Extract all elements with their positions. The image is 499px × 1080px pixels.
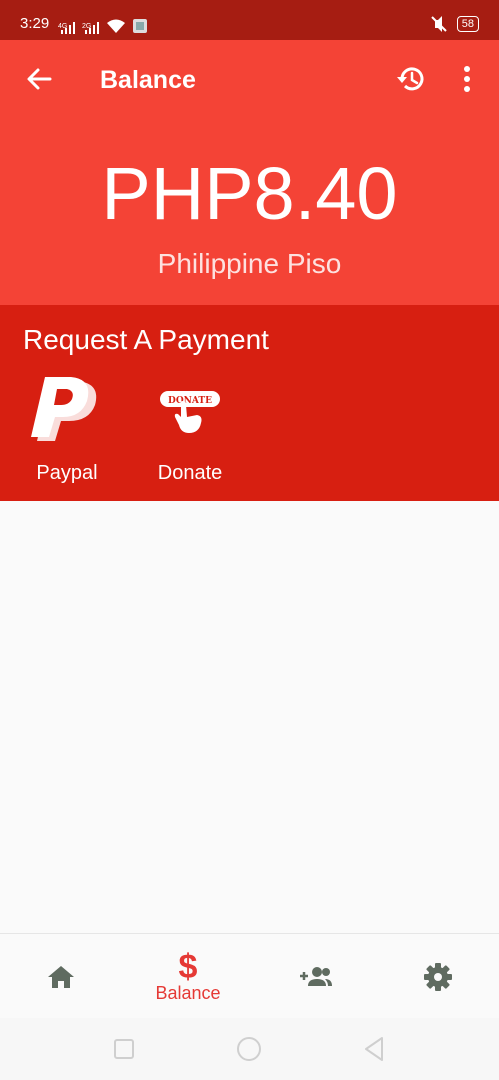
- signal-icon: 2G: [82, 22, 99, 34]
- nav-balance-label: Balance: [155, 982, 221, 1003]
- donate-icon: DONATE: [160, 391, 220, 433]
- page-title: Balance: [100, 66, 196, 94]
- donate-badge-text: DONATE: [168, 396, 212, 406]
- dollar-icon: $: [178, 947, 198, 986]
- status-icons-left: 4G 2G: [58, 14, 148, 34]
- add-user-icon: [300, 966, 332, 986]
- history-icon[interactable]: [394, 62, 428, 96]
- wifi-icon: [107, 19, 125, 33]
- nav-add-user[interactable]: [261, 934, 371, 1019]
- battery-icon: 58: [456, 16, 479, 32]
- paypal-option[interactable]: Paypal: [17, 375, 117, 491]
- signal-icon: 4G: [58, 22, 75, 34]
- mute-icon: [431, 16, 447, 32]
- balance-card: PHP8.40 Philippine Piso: [0, 118, 499, 305]
- status-time: 3:29: [20, 15, 50, 32]
- home-button-icon[interactable]: [235, 1035, 263, 1063]
- bottom-navigation: $ Balance: [0, 933, 499, 1018]
- nav-home[interactable]: [6, 934, 116, 1019]
- settings-icon: [424, 962, 452, 991]
- more-vert-icon[interactable]: [452, 62, 482, 96]
- status-icons-right: 58: [429, 14, 479, 34]
- back-arrow-icon[interactable]: [22, 62, 56, 96]
- donate-option[interactable]: DONATE Donate: [140, 375, 240, 491]
- currency-name: Philippine Piso: [157, 248, 342, 279]
- request-payment-section: Request A Payment Paypal DONATE Donate: [0, 305, 499, 501]
- recents-icon[interactable]: [110, 1035, 138, 1063]
- balance-amount: PHP8.40: [101, 152, 398, 235]
- paypal-icon: [31, 377, 97, 441]
- back-button-icon[interactable]: [360, 1035, 388, 1063]
- nav-balance[interactable]: $ Balance: [133, 934, 243, 1019]
- notification-icon: [133, 19, 147, 33]
- status-bar: 3:29 4G 2G 58: [0, 0, 499, 40]
- home-icon: [48, 965, 74, 988]
- app-bar: Balance: [0, 40, 499, 118]
- paypal-label: Paypal: [36, 462, 98, 484]
- donate-label: Donate: [157, 462, 223, 484]
- nav-settings[interactable]: [383, 934, 493, 1019]
- system-navigation-bar: [0, 1018, 499, 1080]
- request-payment-title: Request A Payment: [23, 324, 269, 355]
